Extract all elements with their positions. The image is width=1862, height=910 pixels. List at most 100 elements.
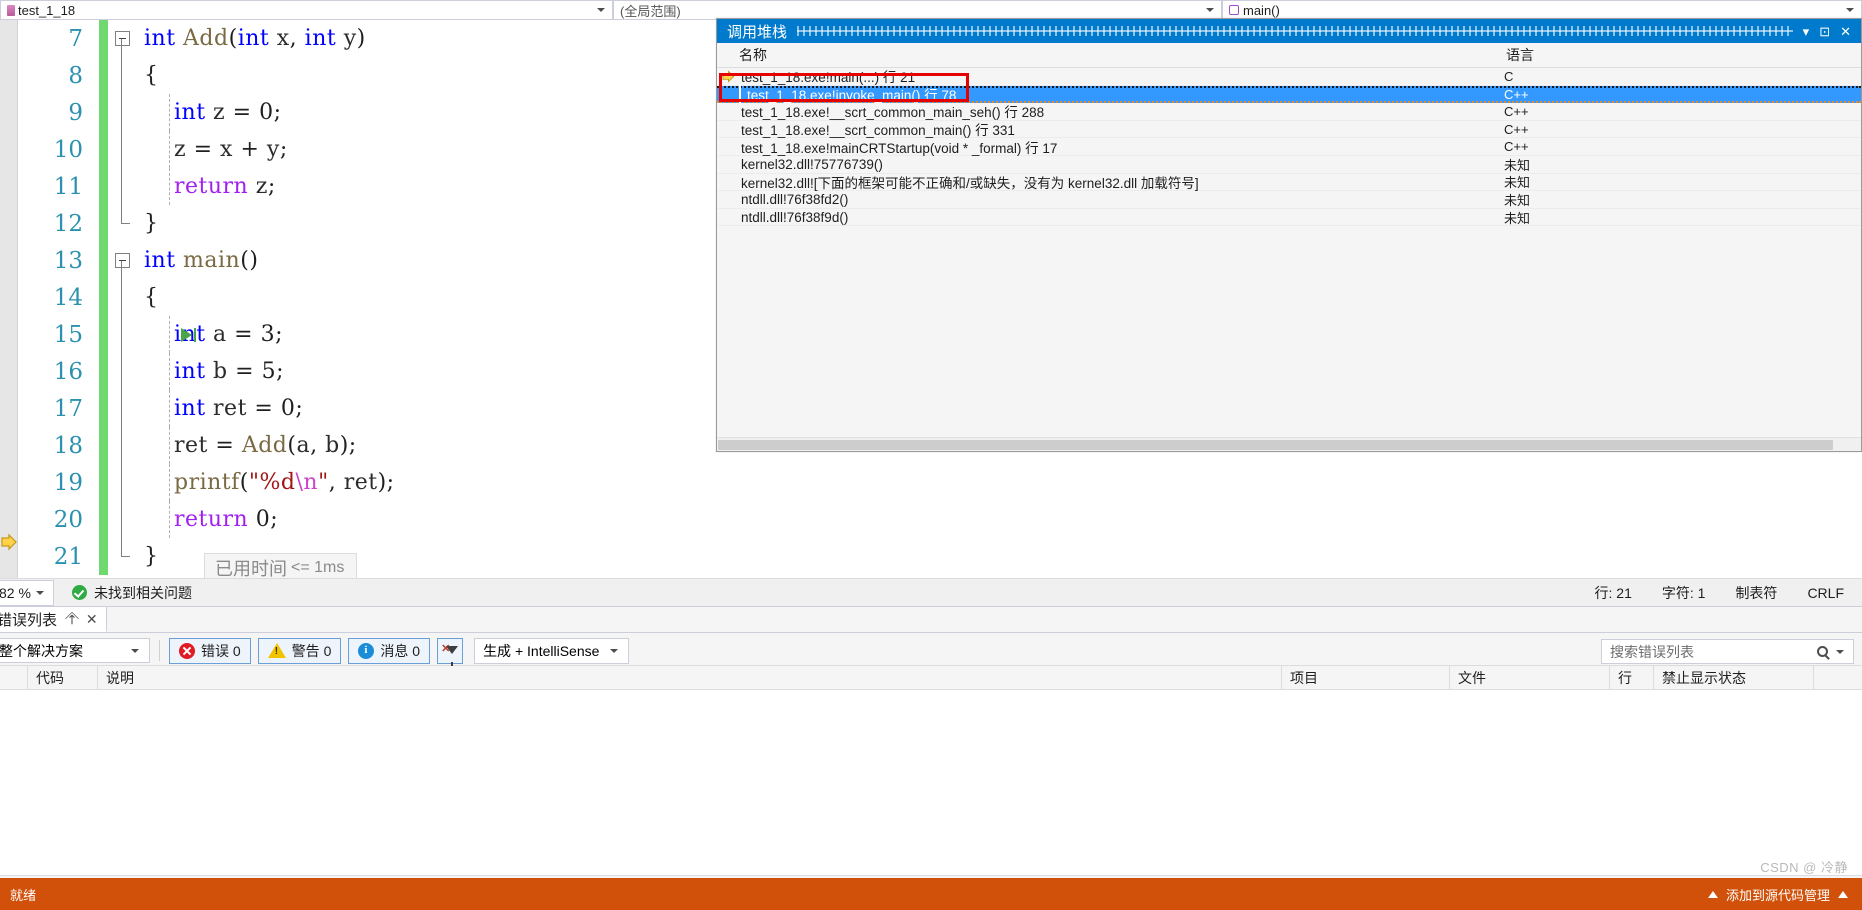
outlining-line xyxy=(121,501,122,538)
chevron-down-icon xyxy=(1846,8,1854,12)
code-text[interactable]: int Add(int x, int y) xyxy=(136,26,366,51)
zoom-level-dropdown[interactable]: 82 % xyxy=(0,579,54,606)
code-text[interactable]: { xyxy=(136,63,159,88)
error-list-panel[interactable]: 错误列表 ⇱ ✕ 整个解决方案 错误 0 警告 0 消息 0 xyxy=(0,606,1862,896)
code-line[interactable]: 19 printf("%d\n", ret); xyxy=(19,464,1862,501)
error-list-column-header[interactable]: 项目 xyxy=(1282,665,1450,690)
change-indicator-bar xyxy=(99,390,108,427)
error-list-column-header[interactable]: 禁止显示状态 xyxy=(1654,665,1814,690)
warning-icon xyxy=(267,643,286,658)
outlining-column[interactable] xyxy=(108,131,136,168)
errors-toggle-button[interactable]: 错误 0 xyxy=(169,637,251,664)
call-stack-title: 调用堆栈 xyxy=(727,23,788,41)
code-text[interactable]: } xyxy=(136,211,159,236)
status-tabs-mode: 制表符 xyxy=(1735,584,1778,601)
tab-error-list[interactable]: 错误列表 ⇱ ✕ xyxy=(0,606,107,632)
search-error-list-input[interactable]: 搜索错误列表 xyxy=(1601,639,1854,664)
current-execution-arrow-icon xyxy=(1,533,18,551)
outlining-column[interactable] xyxy=(108,464,136,501)
code-text[interactable]: z = x + y; xyxy=(136,137,288,162)
chevron-up-icon[interactable] xyxy=(1707,890,1718,898)
code-text[interactable]: int b = 5; xyxy=(136,359,284,384)
scope-filter-dropdown[interactable]: 整个解决方案 xyxy=(0,638,150,663)
column-header-language[interactable]: 语言 xyxy=(1502,45,1861,65)
issue-status[interactable]: 未找到相关问题 xyxy=(72,583,192,603)
outlining-column[interactable] xyxy=(108,279,136,316)
call-stack-horizontal-scrollbar[interactable] xyxy=(717,437,1861,451)
code-text[interactable]: return 0; xyxy=(136,507,278,532)
search-icon[interactable] xyxy=(1817,646,1828,657)
title-drag-grip[interactable] xyxy=(797,26,1793,36)
error-list-column-header[interactable]: 文件 xyxy=(1450,665,1610,690)
close-icon[interactable]: ✕ xyxy=(86,611,98,628)
error-list-column-header[interactable] xyxy=(0,665,28,690)
project-dropdown[interactable]: test_1_18 xyxy=(0,0,613,20)
code-text[interactable]: int z = 0; xyxy=(136,100,281,125)
outlining-column[interactable] xyxy=(108,242,136,279)
source-control-label[interactable]: 添加到源代码管理 xyxy=(1726,885,1830,904)
tab-error-list-label: 错误列表 xyxy=(0,611,58,629)
code-text[interactable]: return z; xyxy=(136,174,276,199)
chevron-up-icon[interactable] xyxy=(1838,890,1848,898)
outlining-column[interactable] xyxy=(108,538,136,575)
collapse-minus-icon[interactable] xyxy=(114,31,130,46)
outlining-column[interactable] xyxy=(108,427,136,464)
outlining-column[interactable] xyxy=(108,168,136,205)
code-line[interactable]: 20 return 0; xyxy=(19,501,1862,538)
outlining-line xyxy=(121,260,122,279)
breakpoint-gutter[interactable] xyxy=(0,20,18,578)
toolbar-separator xyxy=(159,640,160,661)
code-text[interactable]: printf("%d\n", ret); xyxy=(136,470,395,495)
member-dropdown[interactable]: main() xyxy=(1222,0,1862,20)
taskbar-status-label: 就绪 xyxy=(10,887,37,903)
change-indicator-bar xyxy=(99,538,108,575)
call-stack-row[interactable]: ntdll.dll!76f38f9d() 未知 xyxy=(717,208,1861,227)
info-icon xyxy=(358,642,375,659)
code-text[interactable]: } xyxy=(136,544,159,569)
close-icon[interactable]: ✕ xyxy=(1840,25,1851,38)
code-text[interactable]: int main() xyxy=(136,248,258,273)
code-text[interactable]: { xyxy=(136,285,159,310)
filter-funnel-icon xyxy=(446,645,459,666)
build-intellisense-dropdown[interactable]: 生成 + IntelliSense xyxy=(474,637,630,664)
messages-toggle-button[interactable]: 消息 0 xyxy=(348,637,431,664)
outlining-column[interactable] xyxy=(108,501,136,538)
warnings-count-label: 警告 0 xyxy=(291,642,332,659)
call-stack-window[interactable]: 调用堆栈 ▾ ⊡ ✕ 名称 语言 test_1_18.exe!main(...)… xyxy=(716,18,1862,452)
call-stack-rows[interactable]: test_1_18.exe!main(...) 行 21 C test_1_18.e… xyxy=(717,68,1861,437)
outlining-column[interactable] xyxy=(108,390,136,427)
chevron-down-icon[interactable] xyxy=(1836,649,1844,654)
indent-guide xyxy=(169,316,170,353)
code-text[interactable]: int ret = 0; xyxy=(136,396,303,421)
outlining-column[interactable] xyxy=(108,353,136,390)
pin-icon[interactable]: ⊡ xyxy=(1819,25,1830,38)
warnings-toggle-button[interactable]: 警告 0 xyxy=(257,637,342,664)
outlining-column[interactable] xyxy=(108,316,136,353)
run-to-cursor-arrow-icon[interactable] xyxy=(181,327,192,342)
scope-dropdown[interactable]: (全局范围) xyxy=(613,0,1222,20)
error-list-column-header[interactable]: 说明 xyxy=(98,665,1282,690)
outlining-column[interactable] xyxy=(108,205,136,242)
scope-dropdown-label: (全局范围) xyxy=(620,3,681,19)
collapse-minus-icon[interactable] xyxy=(114,253,130,268)
error-list-column-header[interactable]: 代码 xyxy=(28,665,98,690)
code-text[interactable]: int a = 3; xyxy=(136,322,283,347)
chevron-down-icon xyxy=(36,590,44,595)
window-dropdown-icon[interactable]: ▾ xyxy=(1803,25,1810,38)
indent-guide xyxy=(169,131,170,168)
outlining-column[interactable] xyxy=(108,57,136,94)
call-stack-row[interactable]: kernel32.dll![下面的框架可能不正确和/或缺失，没有为 kernel… xyxy=(717,173,1861,192)
pin-icon[interactable]: ⇱ xyxy=(62,609,81,628)
clear-filter-button[interactable]: ✕ xyxy=(437,637,464,666)
indent-guide xyxy=(169,94,170,131)
outlining-column[interactable] xyxy=(108,94,136,131)
call-stack-row[interactable]: test_1_18.exe!mainCRTStartup(void * _for… xyxy=(717,138,1861,156)
error-list-column-header[interactable]: 行 xyxy=(1610,665,1654,690)
call-stack-row[interactable]: ntdll.dll!76f38fd2() 未知 xyxy=(717,191,1861,209)
outlining-column[interactable] xyxy=(108,20,136,57)
column-header-name[interactable]: 名称 xyxy=(717,45,1502,65)
call-stack-row[interactable]: test_1_18.exe!main(...) 行 21 C xyxy=(717,68,1861,86)
call-stack-frame-language: C++ xyxy=(1504,139,1529,155)
frame-icon-placeholder xyxy=(717,156,739,173)
error-list-rows[interactable] xyxy=(0,690,1862,876)
